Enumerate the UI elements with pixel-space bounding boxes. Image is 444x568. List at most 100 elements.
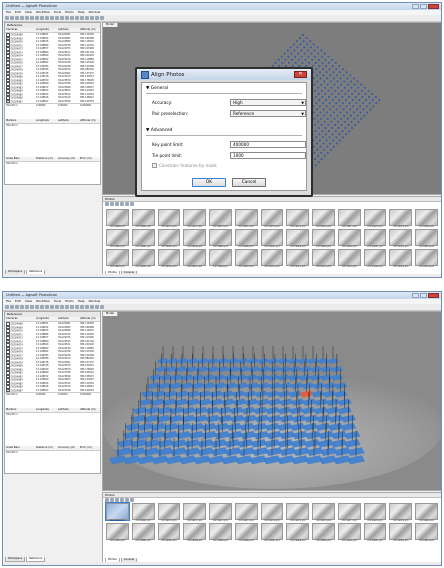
redo-icon[interactable] bbox=[20, 16, 24, 20]
maximize-button[interactable] bbox=[420, 4, 427, 9]
point-cloud-icon[interactable] bbox=[70, 16, 74, 20]
pair-preselection-select[interactable]: Reference ▼ bbox=[230, 110, 306, 117]
camera-plane[interactable] bbox=[217, 358, 229, 364]
ok-button[interactable]: OK bbox=[192, 178, 226, 187]
col-scale-bars[interactable]: Scale Bars bbox=[5, 157, 35, 161]
photo-thumbnail[interactable]: DSC04873.JPG bbox=[234, 209, 258, 229]
photo-thumbnail[interactable]: DSC04901.JPG bbox=[286, 249, 310, 269]
photo-thumbnail[interactable]: DSC04887.JPG bbox=[260, 523, 284, 543]
photo-thumbnail[interactable]: DSC04868.JPG bbox=[106, 209, 129, 229]
photo-thumbnail[interactable]: DSC04880.JPG bbox=[415, 503, 438, 523]
col-accuracy[interactable]: Accuracy (m) bbox=[57, 157, 79, 161]
col-longitude[interactable]: Longitude bbox=[35, 28, 57, 32]
photo-thumbnail[interactable]: DSC04879.JPG bbox=[389, 503, 413, 523]
rotate-left-icon[interactable] bbox=[120, 498, 124, 502]
camera-plane[interactable] bbox=[247, 358, 259, 364]
photo-thumbnail[interactable]: DSC04892.JPG bbox=[389, 229, 413, 249]
photo-thumbnail[interactable]: DSC04882.JPG bbox=[131, 523, 155, 543]
photo-thumbnail[interactable]: DSC04888.JPG bbox=[286, 229, 310, 249]
rotate-right-icon[interactable] bbox=[125, 498, 129, 502]
disable-photo-icon[interactable] bbox=[115, 498, 119, 502]
col-markers-latitude[interactable]: Latitude bbox=[57, 119, 79, 123]
photo-thumbnail[interactable]: DSC04877.JPG bbox=[337, 209, 361, 229]
photo-thumbnail[interactable]: DSC04891.JPG bbox=[363, 523, 387, 543]
photo-thumbnail[interactable]: DSC04890.JPG bbox=[337, 523, 361, 543]
move-region-icon[interactable] bbox=[45, 16, 49, 20]
col-altitude[interactable]: Altitude (m) bbox=[79, 28, 100, 32]
col-markers-longitude[interactable]: Longitude bbox=[35, 408, 57, 412]
col-error[interactable]: Error (m) bbox=[79, 157, 100, 161]
col-altitude[interactable]: Altitude (m) bbox=[79, 317, 100, 321]
camera-plane[interactable] bbox=[186, 366, 199, 373]
photo-thumbnail[interactable]: DSC04896.JPG bbox=[157, 249, 181, 269]
rotate-right-icon[interactable] bbox=[125, 202, 129, 206]
navigation-icon[interactable] bbox=[25, 305, 29, 309]
delete-icon[interactable] bbox=[60, 305, 64, 309]
model-viewport[interactable]: Model bbox=[102, 311, 441, 491]
constrain-mask-checkbox[interactable] bbox=[152, 163, 157, 168]
undo-icon[interactable] bbox=[15, 305, 19, 309]
photo-thumbnail[interactable]: DSC04883.JPG bbox=[157, 229, 181, 249]
shaded-icon[interactable] bbox=[80, 16, 84, 20]
photo-thumbnail[interactable]: DSC04899.JPG bbox=[234, 249, 258, 269]
dense-cloud-icon[interactable] bbox=[75, 305, 79, 309]
photo-thumbnail[interactable]: DSC04892.JPG bbox=[389, 523, 413, 543]
photo-thumbnail[interactable]: DSC04879.JPG bbox=[389, 209, 413, 229]
photo-thumbnail[interactable]: DSC04886.JPG bbox=[234, 229, 258, 249]
photo-thumbnail[interactable]: DSC04873.JPG bbox=[234, 503, 258, 523]
view-mode-icon[interactable] bbox=[130, 498, 134, 502]
camera-plane[interactable] bbox=[317, 358, 329, 364]
resize-region-icon[interactable] bbox=[50, 16, 54, 20]
camera-checkbox[interactable] bbox=[6, 99, 10, 103]
table-row[interactable]: DSC04887 13.148597 39.023328 383.104553 bbox=[5, 388, 100, 392]
cancel-button[interactable]: Cancel bbox=[232, 178, 266, 187]
photo-thumbnail[interactable]: DSC04884.JPG bbox=[183, 229, 207, 249]
accuracy-select[interactable]: High ▼ bbox=[230, 99, 306, 106]
tie-point-limit-input[interactable]: 1000 bbox=[230, 152, 306, 159]
col-markers[interactable]: Markers bbox=[5, 119, 35, 123]
col-distance[interactable]: Distance (m) bbox=[35, 446, 57, 450]
rect-select-icon[interactable] bbox=[30, 305, 34, 309]
col-accuracy[interactable]: Accuracy (m) bbox=[57, 446, 79, 450]
key-point-limit-input[interactable]: 400000 bbox=[230, 141, 306, 148]
solid-icon[interactable] bbox=[85, 16, 89, 20]
enable-photo-icon[interactable] bbox=[110, 498, 114, 502]
advanced-group-header[interactable]: ▼ Advanced bbox=[146, 128, 172, 133]
photo-thumbnail[interactable]: DSC04869.JPG bbox=[131, 503, 155, 523]
save-icon[interactable] bbox=[10, 305, 14, 309]
photo-thumbnail[interactable]: DSC04887.JPG bbox=[260, 229, 284, 249]
photo-thumbnail[interactable]: DSC04875.JPG bbox=[286, 209, 310, 229]
col-latitude[interactable]: Latitude bbox=[57, 28, 79, 32]
photo-thumbnail[interactable]: DSC04885.JPG bbox=[209, 523, 232, 543]
maximize-button[interactable] bbox=[420, 293, 427, 298]
free-select-icon[interactable] bbox=[40, 305, 44, 309]
col-markers[interactable]: Markers bbox=[5, 408, 35, 412]
open-icon[interactable] bbox=[5, 16, 9, 20]
photo-thumbnail[interactable]: DSC04881.JPG bbox=[106, 523, 129, 543]
general-group-header[interactable]: ▼ General bbox=[146, 86, 168, 91]
col-error[interactable]: Error (m) bbox=[79, 446, 100, 450]
photo-thumbnail[interactable]: DSC04871.JPG bbox=[183, 209, 207, 229]
col-markers-altitude[interactable]: Altitude (m) bbox=[79, 408, 100, 412]
photo-thumbnail[interactable]: DSC04898.JPG bbox=[209, 249, 232, 269]
photo-thumbnail[interactable]: DSC04878.JPG bbox=[363, 503, 387, 523]
minimize-button[interactable] bbox=[412, 293, 419, 298]
camera-plane[interactable] bbox=[177, 358, 189, 364]
photo-thumbnail[interactable]: DSC04902.JPG bbox=[312, 249, 335, 269]
photo-thumbnail[interactable]: DSC04905.JPG bbox=[389, 249, 413, 269]
photo-thumbnail[interactable]: DSC04874.JPG bbox=[260, 503, 284, 523]
remove-photo-icon[interactable] bbox=[105, 202, 109, 206]
photo-thumbnail[interactable]: DSC04903.JPG bbox=[337, 249, 361, 269]
redo-icon[interactable] bbox=[20, 305, 24, 309]
delete-icon[interactable] bbox=[60, 16, 64, 20]
rect-select-icon[interactable] bbox=[30, 16, 34, 20]
close-window-button[interactable] bbox=[428, 4, 439, 9]
photo-thumbnail[interactable]: DSC04890.JPG bbox=[337, 229, 361, 249]
undo-icon[interactable] bbox=[15, 16, 19, 20]
camera-plane[interactable] bbox=[175, 366, 189, 373]
camera-plane[interactable] bbox=[257, 358, 269, 364]
photo-thumbnail[interactable]: DSC04886.JPG bbox=[234, 523, 258, 543]
photo-thumbnail[interactable]: DSC04894.JPG bbox=[106, 249, 129, 269]
photo-thumbnail[interactable]: DSC04876.JPG bbox=[312, 503, 335, 523]
photo-thumbnail[interactable]: DSC04893.JPG bbox=[415, 229, 438, 249]
